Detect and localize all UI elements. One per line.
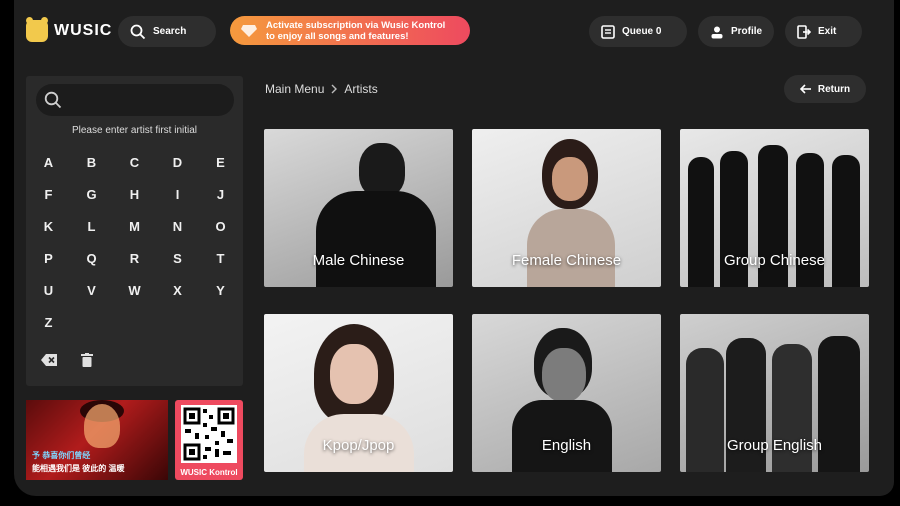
qr-label: WUSIC Kontrol — [180, 468, 238, 477]
letter-key-b[interactable]: B — [70, 146, 113, 178]
queue-icon — [601, 24, 615, 39]
category-label: English — [541, 437, 592, 454]
category-card-male-chinese[interactable]: Male Chinese — [264, 129, 453, 287]
letter-key-h[interactable]: H — [113, 178, 156, 210]
qr-code-card: WUSIC Kontrol — [175, 400, 243, 480]
artist-category-grid: Male Chinese Female Chinese Group Chines… — [264, 129, 869, 472]
breadcrumb-artists: Artists — [344, 82, 378, 96]
category-card-kpop-jpop[interactable]: Kpop/Jpop — [264, 314, 453, 472]
bear-logo-icon — [26, 17, 48, 42]
letter-key-y[interactable]: Y — [199, 274, 242, 306]
arrow-left-icon — [799, 84, 811, 94]
profile-icon — [711, 26, 723, 38]
exit-label: Exit — [818, 26, 837, 37]
artist-initial-panel: Please enter artist first initial ABCDE F… — [26, 76, 243, 386]
category-label: Group Chinese — [724, 252, 825, 269]
category-card-group-chinese[interactable]: Group Chinese — [680, 129, 869, 287]
qr-code-image — [181, 405, 237, 463]
letter-key-o[interactable]: O — [199, 210, 242, 242]
exit-icon — [797, 24, 811, 39]
queue-button[interactable]: Queue 0 — [589, 16, 687, 47]
category-label: Kpop/Jpop — [322, 437, 395, 454]
app-screen: WUSIC Search Activate subscription via W… — [14, 0, 894, 496]
letter-key-l[interactable]: L — [70, 210, 113, 242]
chevron-right-icon — [331, 84, 338, 94]
backspace-icon — [41, 354, 57, 366]
category-card-female-chinese[interactable]: Female Chinese — [472, 129, 661, 287]
category-card-english[interactable]: English — [472, 314, 661, 472]
category-label: Female Chinese — [511, 252, 622, 269]
letter-key-q[interactable]: Q — [70, 242, 113, 274]
category-label: Group English — [726, 437, 823, 454]
logo-text: WUSIC — [54, 22, 113, 39]
karaoke-preview-video[interactable]: 予 恭喜你们曾经 能相遇我们是 彼此的 温暖 — [26, 400, 168, 480]
letter-key-r[interactable]: R — [113, 242, 156, 274]
promo-line-1: Activate subscription via Wusic Kontrol — [266, 19, 446, 31]
letter-key-w[interactable]: W — [113, 274, 156, 306]
letter-key-c[interactable]: C — [113, 146, 156, 178]
letter-key-a[interactable]: A — [27, 146, 70, 178]
letter-key-d[interactable]: D — [156, 146, 199, 178]
return-label: Return — [817, 83, 851, 95]
letter-key-j[interactable]: J — [199, 178, 242, 210]
diamond-icon — [241, 24, 257, 37]
qr-code-icon — [183, 407, 235, 461]
search-button[interactable]: Search — [118, 16, 216, 47]
subscription-banner[interactable]: Activate subscription via Wusic Kontrol … — [230, 16, 470, 45]
queue-label: Queue 0 — [622, 26, 662, 37]
category-label: Male Chinese — [312, 252, 405, 269]
letter-keypad: ABCDE FGHIJ KLMNO PQRST UVWXY Z — [26, 146, 244, 338]
letter-key-n[interactable]: N — [156, 210, 199, 242]
breadcrumb-main-menu[interactable]: Main Menu — [265, 82, 324, 96]
letter-key-g[interactable]: G — [70, 178, 113, 210]
search-button-label: Search — [153, 26, 187, 37]
letter-key-x[interactable]: X — [156, 274, 199, 306]
profile-button[interactable]: Profile — [698, 16, 774, 47]
category-card-group-english[interactable]: Group English — [680, 314, 869, 472]
letter-key-e[interactable]: E — [199, 146, 242, 178]
return-button[interactable]: Return — [784, 75, 866, 103]
artist-search-input[interactable] — [36, 84, 234, 116]
letter-key-m[interactable]: M — [113, 210, 156, 242]
search-hint: Please enter artist first initial — [71, 125, 198, 136]
profile-label: Profile — [731, 26, 763, 37]
promo-line-2: to enjoy all songs and features! — [266, 30, 409, 42]
search-icon — [44, 91, 62, 109]
app-logo[interactable]: WUSIC — [26, 17, 113, 42]
letter-key-k[interactable]: K — [27, 210, 70, 242]
clear-button[interactable] — [78, 352, 96, 368]
exit-button[interactable]: Exit — [785, 16, 862, 47]
letter-key-p[interactable]: P — [27, 242, 70, 274]
singer-image — [84, 404, 120, 448]
letter-key-v[interactable]: V — [70, 274, 113, 306]
letter-key-t[interactable]: T — [199, 242, 242, 274]
letter-key-z[interactable]: Z — [27, 306, 70, 338]
trash-icon — [81, 353, 93, 367]
letter-key-f[interactable]: F — [27, 178, 70, 210]
lyric-line-2: 能相遇我们是 彼此的 温暖 — [32, 464, 125, 473]
letter-key-i[interactable]: I — [156, 178, 199, 210]
letter-key-s[interactable]: S — [156, 242, 199, 274]
letter-key-u[interactable]: U — [27, 274, 70, 306]
backspace-button[interactable] — [40, 352, 58, 368]
lyric-line-1: 予 恭喜你们曾经 — [32, 451, 91, 460]
keypad-actions — [40, 352, 96, 368]
search-icon — [130, 24, 146, 39]
breadcrumb: Main Menu Artists — [265, 82, 378, 96]
